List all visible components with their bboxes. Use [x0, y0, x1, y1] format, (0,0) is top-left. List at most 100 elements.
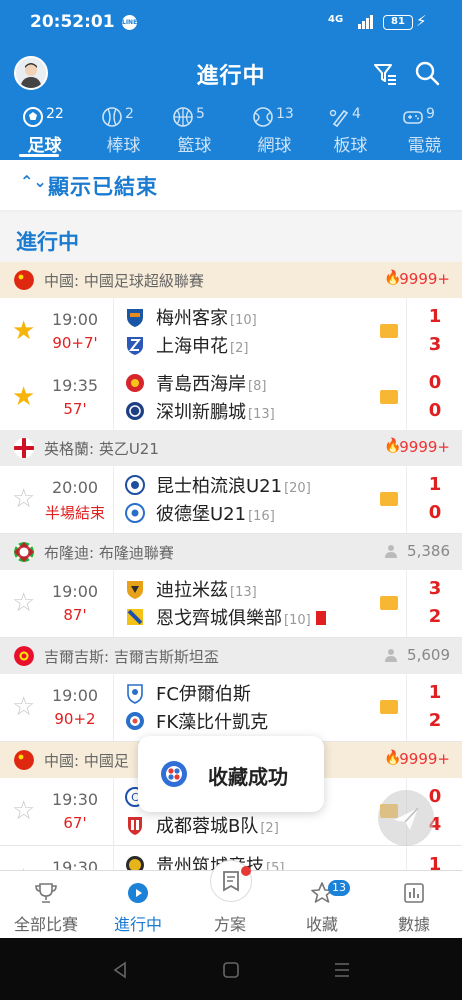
away-team-rank: [16]	[248, 509, 275, 524]
away-team-name: FK藻比什凱克	[156, 712, 269, 733]
floating-action-button[interactable]	[378, 790, 434, 846]
home-score: 1	[428, 474, 442, 495]
section-title-live: 進行中	[0, 212, 462, 262]
search-icon[interactable]	[414, 60, 440, 86]
live-video-icon[interactable]	[380, 492, 398, 506]
match-row[interactable]: ☆ 19:00 87' 迪拉米茲 [13] 恩戈齊城俱樂部 [10] 3 2	[0, 570, 462, 638]
expand-collapse-icon: ⌃⌄	[20, 172, 47, 191]
live-video-icon[interactable]	[380, 390, 398, 404]
tab-cricket[interactable]: 4 板球	[312, 104, 389, 158]
favorite-star-icon[interactable]: ☆	[12, 486, 35, 512]
person-icon	[385, 649, 397, 662]
live-play-icon	[128, 883, 148, 903]
team-crest-icon	[125, 475, 145, 495]
league-name: 中國: 中國足球超級聯賽	[44, 272, 204, 290]
team-crest-icon	[125, 503, 145, 523]
tab-basketball[interactable]: 5 籃球	[156, 104, 233, 158]
nav-plans-label: 方案	[213, 915, 246, 934]
away-team-name: 恩戈齊城俱樂部	[156, 608, 282, 629]
match-row[interactable]: ☆ 19:00 90+2 FC伊爾伯斯 FK藻比什凱克 1 2	[0, 674, 462, 742]
away-score: 2	[428, 710, 442, 731]
live-video-icon[interactable]	[380, 324, 398, 338]
team-crest-icon	[126, 374, 144, 392]
live-video-icon[interactable]	[380, 700, 398, 714]
recent-apps-icon[interactable]	[332, 960, 352, 980]
china-flag-icon	[14, 270, 34, 290]
away-score: 3	[428, 334, 442, 355]
away-team-name: 深圳新鵬城	[156, 402, 246, 423]
league-header[interactable]: 英格蘭: 英乙U21 🔥 9999+	[0, 430, 462, 466]
status-time: 20:52:01	[30, 12, 115, 32]
tab-esports[interactable]: 9 電競	[386, 104, 462, 158]
home-team-name: FC伊爾伯斯	[156, 684, 251, 705]
tab-tennis-count: 13	[276, 106, 294, 122]
team-crest-icon	[128, 817, 142, 835]
status-bar: 20:52:01 LINE 4G 81 ⚡	[0, 0, 462, 46]
match-row[interactable]: ★ 19:35 57' 青島西海岸 [8] 深圳新鵬城 [13] 0 0	[0, 364, 462, 432]
nav-favorites[interactable]: 收藏	[276, 871, 368, 939]
match-row[interactable]: ★ 19:00 90+7' 梅州客家 [10] 上海申花 [2] 1 3	[0, 298, 462, 366]
nav-all-matches-label: 全部比賽	[13, 915, 78, 934]
tab-baseball[interactable]: 2 棒球	[85, 104, 162, 158]
favorite-star-icon[interactable]: ☆	[12, 798, 35, 824]
favorite-star-icon[interactable]: ★	[12, 384, 35, 410]
favorite-star-icon[interactable]: ☆	[12, 694, 35, 720]
app-header: 20:52:01 LINE 4G 81 ⚡ 進行中 22 足球 2 棒球 5 籃…	[0, 0, 462, 160]
nav-data[interactable]: 數據	[368, 871, 460, 939]
home-team-rank: [13]	[230, 585, 257, 600]
away-team-rank: [2]	[260, 821, 279, 836]
nav-live[interactable]: 進行中	[92, 871, 184, 939]
live-video-icon[interactable]	[380, 596, 398, 610]
away-team-rank: [2]	[230, 341, 249, 356]
cricket-bat-icon	[329, 109, 349, 128]
league-heat-count: 5,386	[407, 542, 450, 560]
filter-icon[interactable]	[372, 60, 398, 86]
row-divider	[113, 364, 114, 432]
tab-soccer[interactable]: 22 足球	[6, 104, 83, 158]
row-divider	[113, 298, 114, 366]
home-score: 1	[428, 306, 442, 327]
show-ended-label: 顯示已結束	[48, 175, 158, 199]
away-team-name: 彼德堡U21	[156, 504, 247, 525]
nav-all-matches[interactable]: 全部比賽	[0, 871, 92, 939]
team-crest-icon	[126, 402, 144, 420]
tab-cricket-label: 板球	[333, 136, 368, 156]
league-header[interactable]: 中國: 中國足球超級聯賽 🔥 9999+	[0, 262, 462, 298]
charging-bolt-icon: ⚡	[416, 12, 427, 30]
baseball-icon	[102, 107, 122, 127]
row-divider	[113, 466, 114, 534]
league-name: 吉爾吉斯: 吉爾吉斯斯坦盃	[44, 648, 219, 666]
tab-tennis-label: 網球	[257, 136, 292, 156]
kickoff-time: 19:30	[51, 790, 99, 809]
favorite-star-icon[interactable]: ☆	[12, 590, 35, 616]
row-divider	[113, 570, 114, 638]
network-type-label: 4G	[328, 14, 344, 25]
tennis-ball-icon	[253, 107, 273, 127]
active-tab-indicator	[19, 154, 59, 157]
away-score: 0	[428, 502, 442, 523]
league-heat-count: 9999+	[399, 270, 450, 288]
tab-cricket-count: 4	[352, 106, 361, 122]
away-team-rank: [10]	[284, 613, 311, 628]
home-score: 3	[428, 578, 442, 599]
league-heat-count: 9999+	[399, 750, 450, 768]
home-score: 0	[428, 372, 442, 393]
signal-bars-icon	[358, 15, 374, 29]
match-minute: 67'	[63, 814, 87, 832]
home-icon[interactable]	[221, 960, 241, 980]
favorites-count-badge: 13	[328, 880, 350, 896]
match-row[interactable]: ☆ 20:00 半場結束 昆士柏流浪U21 [20] 彼德堡U21 [16] 1 0	[0, 466, 462, 534]
row-divider	[113, 674, 114, 742]
league-header[interactable]: 吉爾吉斯: 吉爾吉斯斯坦盃 5,609	[0, 638, 462, 674]
team-crest-icon	[127, 581, 143, 599]
show-ended-toggle[interactable]: ⌃⌄ 顯示已結束	[0, 160, 462, 210]
kickoff-time: 19:35	[51, 376, 99, 395]
league-header[interactable]: 布隆迪: 布隆迪聯賽 5,386	[0, 534, 462, 570]
back-icon[interactable]	[110, 960, 130, 980]
toast-message: 收藏成功	[208, 765, 288, 789]
toast-notification: 收藏成功	[138, 736, 324, 812]
home-team-name: 昆士柏流浪U21	[156, 476, 283, 497]
favorite-star-icon[interactable]: ★	[12, 318, 35, 344]
league-name: 布隆迪: 布隆迪聯賽	[44, 544, 174, 562]
tab-tennis[interactable]: 13 網球	[236, 104, 313, 158]
